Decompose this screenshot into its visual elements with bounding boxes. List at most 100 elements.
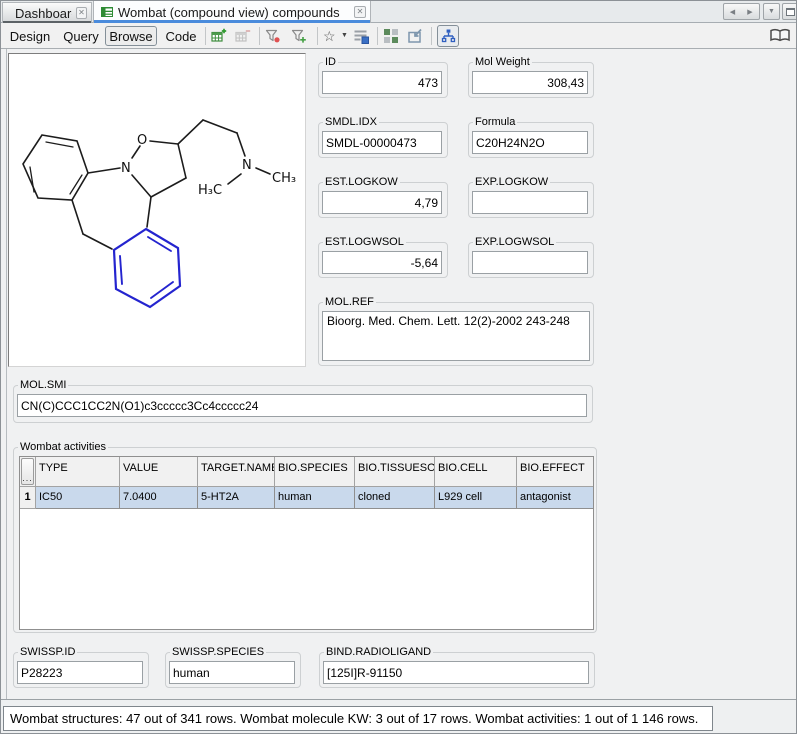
field-label-swissp-species: SWISSP.SPECIES — [170, 646, 266, 658]
add-row-icon[interactable] — [211, 28, 227, 44]
cell-bio-effect[interactable]: antagonist — [517, 487, 593, 509]
field-group-mol-weight: Mol Weight — [468, 62, 594, 98]
toolbar-separator — [431, 27, 432, 45]
cell-bio-cell[interactable]: L929 cell — [435, 487, 517, 509]
est-logwsol-input[interactable] — [322, 251, 442, 274]
app-window: Dashboard ✕ Wombat (compound view) compo… — [0, 0, 797, 734]
hierarchy-view-button[interactable] — [437, 25, 459, 47]
status-message-box: Wombat structures: 47 out of 341 rows. W… — [3, 706, 713, 731]
cell-value[interactable]: 7.0400 — [120, 487, 198, 509]
column-header-bio-cell[interactable]: BIO.CELL — [435, 457, 517, 487]
cell-type[interactable]: IC50 — [36, 487, 120, 509]
exp-logkow-input[interactable] — [472, 191, 588, 214]
star-dropdown-caret-icon[interactable]: ▼ — [341, 32, 348, 39]
exp-logwsol-input[interactable] — [472, 251, 588, 274]
row-header[interactable]: 1 — [20, 487, 36, 509]
swissp-id-input[interactable] — [17, 661, 143, 684]
code-button[interactable]: Code — [161, 26, 201, 46]
star-icon: ☆ — [323, 28, 336, 44]
tab-dashboard-label: Dashboard — [15, 6, 72, 21]
atom-label-o: O — [137, 133, 147, 148]
table-row[interactable]: 1 IC50 7.0400 5-HT2A human cloned L929 c… — [20, 487, 593, 509]
column-header-bio-species[interactable]: BIO.SPECIES — [275, 457, 355, 487]
cell-bio-species[interactable]: human — [275, 487, 355, 509]
atom-label-n1: N — [121, 161, 131, 176]
field-group-est-logwsol: EST.LOGWSOL — [318, 242, 448, 278]
atom-label-n2: N — [242, 158, 252, 173]
formula-input[interactable] — [472, 131, 588, 154]
id-input[interactable] — [322, 71, 442, 94]
toolbar-separator — [205, 27, 206, 45]
column-header-target-name[interactable]: TARGET.NAME — [198, 457, 275, 487]
molecule-drawing: N O N H₃C CH₃ — [9, 54, 305, 366]
structure-viewer[interactable]: N O N H₃C CH₃ — [8, 53, 306, 367]
close-icon[interactable]: ✕ — [354, 6, 366, 18]
est-logkow-input[interactable] — [322, 191, 442, 214]
field-group-formula: Formula — [468, 122, 594, 158]
field-label-swissp-id: SWISSP.ID — [18, 646, 77, 658]
close-icon[interactable]: ✕ — [76, 7, 87, 19]
maximize-icon — [786, 8, 795, 16]
tab-wombat-label: Wombat (compound view) compounds — [118, 5, 350, 20]
widgets-grid-icon[interactable] — [383, 28, 399, 44]
table-corner-button[interactable]: ... — [21, 458, 34, 485]
swissp-species-input[interactable] — [169, 661, 295, 684]
cell-target-name[interactable]: 5-HT2A — [198, 487, 275, 509]
delete-row-icon[interactable] — [235, 28, 251, 44]
bookmarks-book-icon[interactable] — [769, 28, 791, 44]
tab-bar: Dashboard ✕ Wombat (compound view) compo… — [1, 1, 797, 23]
activities-table-header: ... TYPE VALUE TARGET.NAME BIO.SPECIES B… — [20, 457, 593, 487]
browse-button[interactable]: Browse — [105, 26, 157, 46]
field-group-id: ID — [318, 62, 448, 98]
field-group-exp-logkow: EXP.LOGKOW — [468, 182, 594, 218]
mol-smi-input[interactable] — [17, 394, 587, 417]
field-label-bind-radioligand: BIND.RADIOLIGAND — [324, 646, 433, 658]
field-group-mol-smi: MOL.SMI — [13, 385, 593, 423]
smdl-idx-input[interactable] — [322, 131, 442, 154]
atom-label-h3c: H₃C — [198, 183, 222, 198]
column-header-type[interactable]: TYPE — [36, 457, 120, 487]
field-label-mol-smi: MOL.SMI — [18, 379, 68, 391]
form-view-icon[interactable] — [353, 28, 369, 44]
field-group-exp-logwsol: EXP.LOGWSOL — [468, 242, 594, 278]
status-text: Wombat structures: 47 out of 341 rows. W… — [10, 711, 698, 726]
tab-wombat-compounds[interactable]: Wombat (compound view) compounds ✕ — [93, 1, 371, 23]
atom-label-ch3: CH₃ — [272, 171, 296, 186]
column-header-value[interactable]: VALUE — [120, 457, 198, 487]
field-group-bind-radioligand: BIND.RADIOLIGAND — [319, 652, 595, 688]
column-header-bio-effect[interactable]: BIO.EFFECT — [517, 457, 593, 487]
highlighted-ring — [114, 229, 180, 307]
activities-group-label: Wombat activities — [18, 441, 108, 453]
toolbar: Design Query Browse Code — [1, 23, 797, 49]
field-group-swissp-id: SWISSP.ID — [13, 652, 149, 688]
field-label-exp-logwsol: EXP.LOGWSOL — [473, 236, 556, 248]
bind-radioligand-input[interactable] — [323, 661, 589, 684]
design-button[interactable]: Design — [7, 26, 53, 46]
column-header-bio-tissuesource[interactable]: BIO.TISSUESOU — [355, 457, 435, 487]
tab-list-dropdown-button[interactable]: ▼ — [763, 3, 780, 20]
field-group-swissp-species: SWISSP.SPECIES — [165, 652, 301, 688]
activities-table: ... TYPE VALUE TARGET.NAME BIO.SPECIES B… — [19, 456, 594, 630]
tab-scroll-left-button[interactable]: ◀ — [723, 3, 742, 20]
mol-ref-input[interactable]: Bioorg. Med. Chem. Lett. 12(2)-2002 243-… — [322, 311, 590, 361]
favorites-star-icon[interactable]: ☆ — [323, 28, 339, 44]
panel-edge-line — [6, 49, 7, 699]
filter-add-icon[interactable] — [291, 28, 307, 44]
toolbar-separator — [259, 27, 260, 45]
tab-dashboard[interactable]: Dashboard ✕ — [2, 2, 92, 23]
mol-weight-input[interactable] — [472, 71, 588, 94]
tab-scroll-right-button[interactable]: ▶ — [741, 3, 760, 20]
field-label-est-logwsol: EST.LOGWSOL — [323, 236, 406, 248]
export-icon[interactable] — [407, 28, 423, 44]
hierarchy-icon — [440, 28, 456, 44]
field-label-mol-weight: Mol Weight — [473, 56, 532, 68]
status-bar: Wombat structures: 47 out of 341 rows. W… — [1, 699, 797, 734]
maximize-button[interactable] — [782, 3, 797, 20]
filter-remove-icon[interactable] — [265, 28, 281, 44]
query-button[interactable]: Query — [59, 26, 103, 46]
cell-bio-tissuesource[interactable]: cloned — [355, 487, 435, 509]
grid-view-icon — [100, 5, 114, 19]
field-label-mol-ref: MOL.REF — [323, 296, 376, 308]
field-label-smdl-idx: SMDL.IDX — [323, 116, 379, 128]
field-label-formula: Formula — [473, 116, 517, 128]
